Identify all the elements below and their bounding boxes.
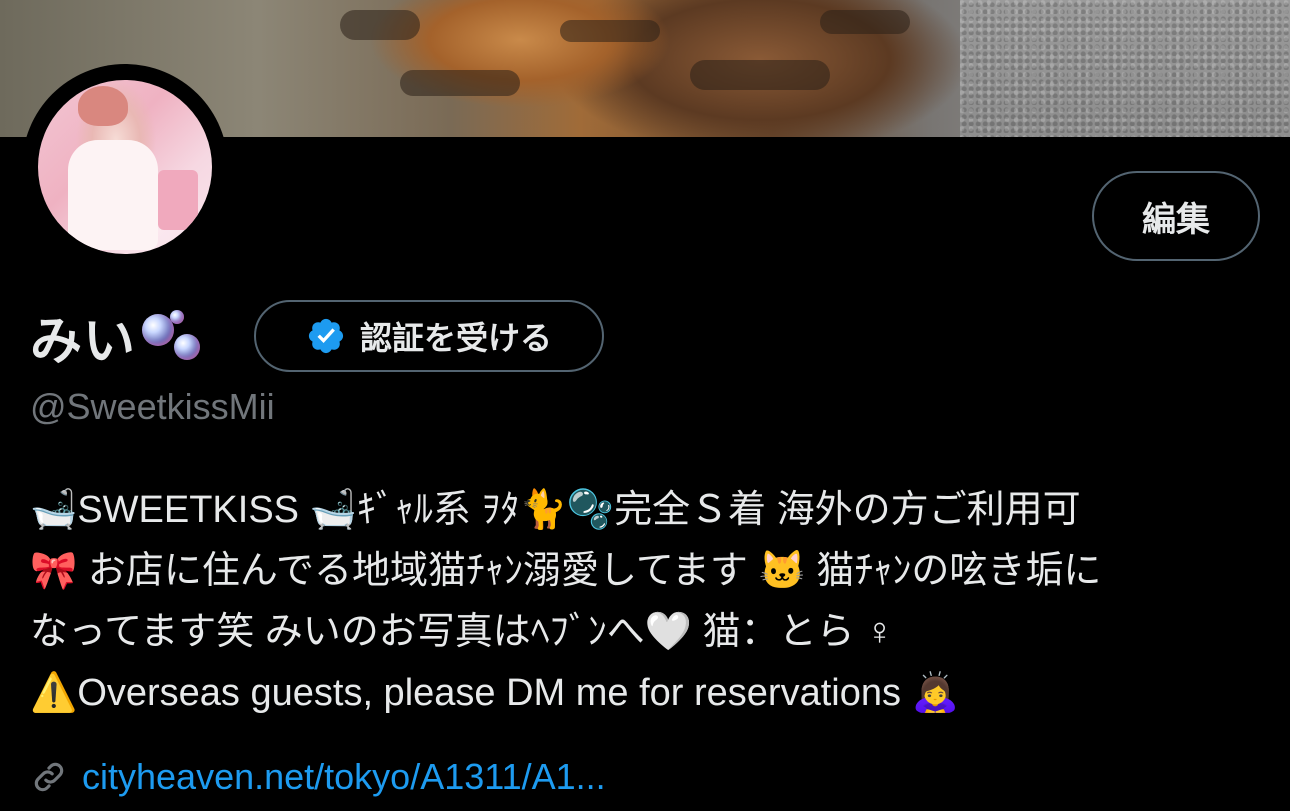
profile-website[interactable]: cityheaven.net/tokyo/A1311/A1... (30, 752, 606, 802)
bubbles-icon (138, 306, 202, 366)
bio-line: なってます笑 みいのお写真はﾍﾌﾞﾝへ🤍 猫：とら ♀ (30, 611, 894, 653)
display-name: みい (30, 311, 137, 372)
website-link[interactable]: cityheaven.net/tokyo/A1311/A1... (82, 756, 606, 798)
get-verified-label: 認証を受ける (359, 319, 552, 357)
user-handle: @SweetkissMii (30, 386, 275, 427)
verified-badge-icon (308, 318, 344, 354)
bio-line: 🛁SWEETKISS 🛁ｷﾞｬﾙ系 ｦﾀ🐈🫧完全Ｓ着 海外の方ご利用可 (30, 489, 1081, 531)
profile-bio: 🛁SWEETKISS 🛁ｷﾞｬﾙ系 ｦﾀ🐈🫧完全Ｓ着 海外の方ご利用可 🎀 お店… (30, 480, 1260, 724)
bio-line: ⚠️Overseas guests, please DM me for rese… (30, 672, 959, 714)
edit-profile-button[interactable]: 編集 (1092, 171, 1260, 261)
link-icon (34, 762, 64, 792)
get-verified-button[interactable]: 認証を受ける (254, 300, 604, 372)
bio-line: 🎀 お店に住んでる地域猫ﾁｬﾝ溺愛してます 🐱 猫ﾁｬﾝの呟き垢に (30, 550, 1102, 592)
profile-avatar[interactable] (22, 64, 228, 270)
display-name-row: みい (30, 300, 202, 372)
